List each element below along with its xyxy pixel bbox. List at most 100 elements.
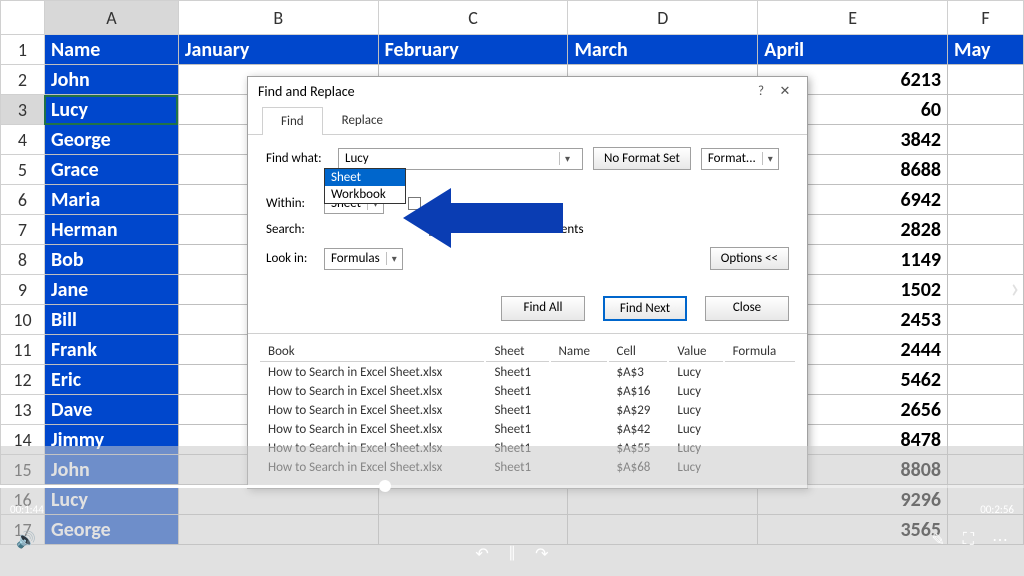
cell-F1[interactable]: May xyxy=(948,35,1024,65)
match-entire-cell-checkbox[interactable]: Match entire cell contents xyxy=(429,222,584,237)
result-row[interactable]: How to Search in Excel Sheet.xlsxSheet1$… xyxy=(260,440,795,457)
cell-A1[interactable]: Name xyxy=(44,35,178,65)
row-head-12[interactable]: 12 xyxy=(1,365,45,395)
cell-F5[interactable] xyxy=(948,155,1024,185)
cell-D17[interactable] xyxy=(568,515,758,545)
row-head-14[interactable]: 14 xyxy=(1,425,45,455)
res-head-value[interactable]: Value xyxy=(669,342,722,362)
cell-F13[interactable] xyxy=(948,395,1024,425)
row-head-11[interactable]: 11 xyxy=(1,335,45,365)
cell-F12[interactable] xyxy=(948,365,1024,395)
cell-A14[interactable]: Jimmy xyxy=(44,425,178,455)
cell-F14[interactable] xyxy=(948,425,1024,455)
row-head-5[interactable]: 5 xyxy=(1,155,45,185)
res-head-sheet[interactable]: Sheet xyxy=(486,342,548,362)
cell-A8[interactable]: Bob xyxy=(44,245,178,275)
cell-B17[interactable] xyxy=(178,515,378,545)
cell-A5[interactable]: Grace xyxy=(44,155,178,185)
cell-D16[interactable] xyxy=(568,485,758,515)
res-head-name[interactable]: Name xyxy=(551,342,607,362)
find-next-button[interactable]: Find Next xyxy=(603,296,687,321)
col-head-B[interactable]: B xyxy=(178,1,378,35)
col-head-C[interactable]: C xyxy=(378,1,568,35)
nav-next-arrow[interactable]: › xyxy=(1006,266,1024,311)
cell-A16[interactable]: Lucy xyxy=(44,485,178,515)
res-head-cell[interactable]: Cell xyxy=(609,342,668,362)
result-row[interactable]: How to Search in Excel Sheet.xlsxSheet1$… xyxy=(260,383,795,400)
cell-A3[interactable]: Lucy xyxy=(44,95,178,125)
chevron-down-icon[interactable]: ▾ xyxy=(386,252,402,265)
cell-C16[interactable] xyxy=(378,485,568,515)
cell-C1[interactable]: February xyxy=(378,35,568,65)
col-head-F[interactable]: F xyxy=(948,1,1024,35)
cell-A17[interactable]: George xyxy=(44,515,178,545)
row-head-3[interactable]: 3 xyxy=(1,95,45,125)
res-head-book[interactable]: Book xyxy=(260,342,484,362)
pause-icon[interactable]: ‖ xyxy=(509,544,515,564)
cell-F7[interactable] xyxy=(948,215,1024,245)
cell-F6[interactable] xyxy=(948,185,1024,215)
row-head-7[interactable]: 7 xyxy=(1,215,45,245)
cell-F3[interactable] xyxy=(948,95,1024,125)
row-head-9[interactable]: 9 xyxy=(1,275,45,305)
cell-A11[interactable]: Frank xyxy=(44,335,178,365)
cell-F11[interactable] xyxy=(948,335,1024,365)
look-in-select[interactable]: Formulas▾ xyxy=(324,248,403,270)
col-head-E[interactable]: E xyxy=(758,1,948,35)
row-head-4[interactable]: 4 xyxy=(1,125,45,155)
res-head-formula[interactable]: Formula xyxy=(725,342,795,362)
row-head-1[interactable]: 1 xyxy=(1,35,45,65)
within-opt-sheet[interactable]: Sheet xyxy=(325,169,405,186)
row-head-8[interactable]: 8 xyxy=(1,245,45,275)
cell-A9[interactable]: Jane xyxy=(44,275,178,305)
fullscreen-icon[interactable]: ⛶ xyxy=(963,530,974,550)
close-dialog-button[interactable]: Close xyxy=(705,296,789,321)
progress-thumb[interactable] xyxy=(379,480,391,492)
row-head-15[interactable]: 15 xyxy=(1,455,45,485)
find-what-input[interactable]: Lucy▾ xyxy=(338,148,583,170)
result-row[interactable]: How to Search in Excel Sheet.xlsxSheet1$… xyxy=(260,402,795,419)
annotate-icon[interactable]: ✎ xyxy=(931,530,944,550)
options-button[interactable]: Options << xyxy=(710,247,789,270)
tab-replace[interactable]: Replace xyxy=(323,106,402,134)
result-row[interactable]: How to Search in Excel Sheet.xlsxSheet1$… xyxy=(260,421,795,438)
cell-A13[interactable]: Dave xyxy=(44,395,178,425)
cell-F15[interactable] xyxy=(948,455,1024,485)
cell-C17[interactable] xyxy=(378,515,568,545)
match-case-checkbox[interactable] xyxy=(408,197,421,210)
row-head-6[interactable]: 6 xyxy=(1,185,45,215)
more-icon[interactable]: ⋯ xyxy=(992,530,1008,550)
cell-A4[interactable]: George xyxy=(44,125,178,155)
format-button[interactable]: Format...▾ xyxy=(701,148,779,170)
cell-B16[interactable] xyxy=(178,485,378,515)
result-row[interactable]: How to Search in Excel Sheet.xlsxSheet1$… xyxy=(260,364,795,381)
forward-icon[interactable]: ↷ xyxy=(535,544,548,564)
find-all-button[interactable]: Find All xyxy=(501,296,585,321)
cell-D1[interactable]: March xyxy=(568,35,758,65)
row-head-13[interactable]: 13 xyxy=(1,395,45,425)
tab-find[interactable]: Find xyxy=(262,107,323,135)
cell-A10[interactable]: Bill xyxy=(44,305,178,335)
within-opt-workbook[interactable]: Workbook xyxy=(325,186,405,203)
col-head-A[interactable]: A xyxy=(44,1,178,35)
cell-A6[interactable]: Maria xyxy=(44,185,178,215)
cell-E1[interactable]: April xyxy=(758,35,948,65)
cell-A15[interactable]: John xyxy=(44,455,178,485)
row-head-10[interactable]: 10 xyxy=(1,305,45,335)
close-button[interactable]: ✕ xyxy=(773,84,797,99)
row-head-2[interactable]: 2 xyxy=(1,65,45,95)
chevron-down-icon[interactable]: ▾ xyxy=(762,152,778,165)
cell-A2[interactable]: John xyxy=(44,65,178,95)
rewind-icon[interactable]: ↶ xyxy=(475,544,488,564)
video-progress[interactable] xyxy=(0,485,1024,488)
cell-A7[interactable]: Herman xyxy=(44,215,178,245)
col-head-D[interactable]: D xyxy=(568,1,758,35)
cell-F4[interactable] xyxy=(948,125,1024,155)
cell-A12[interactable]: Eric xyxy=(44,365,178,395)
cell-B1[interactable]: January xyxy=(178,35,378,65)
cell-F2[interactable] xyxy=(948,65,1024,95)
cell-E16[interactable]: 9296 xyxy=(758,485,948,515)
cell-E17[interactable]: 3565 xyxy=(758,515,948,545)
chevron-down-icon[interactable]: ▾ xyxy=(559,152,575,165)
no-format-button[interactable]: No Format Set xyxy=(593,147,691,170)
